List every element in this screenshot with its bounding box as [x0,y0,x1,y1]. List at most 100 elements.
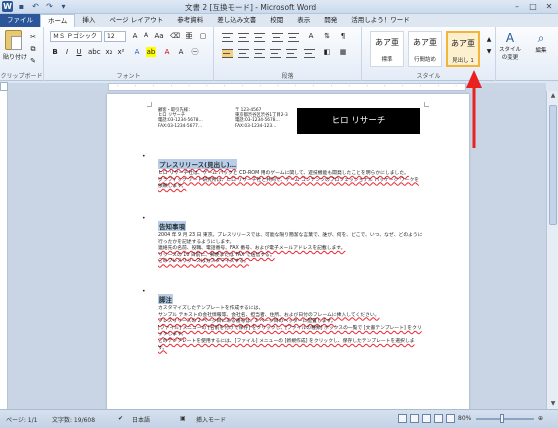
tab-mailings[interactable]: 差し込み文書 [210,14,263,27]
font-name-select[interactable]: ＭＳ Ｐゴシック [50,31,102,42]
align-center-icon[interactable] [238,49,249,58]
justify-icon[interactable] [270,49,281,58]
scroll-up-icon[interactable]: ▲ [547,91,558,101]
scroll-thumb[interactable] [549,105,557,225]
show-marks-icon[interactable]: ¶ [338,31,348,41]
customize-qat-icon[interactable]: ▾ [58,1,69,12]
character-shading-icon[interactable]: A [176,47,186,57]
copy-icon[interactable]: ⧉ [28,44,38,54]
paste-icon[interactable] [5,30,22,50]
body-text[interactable]: [ファイル] メニューの [名前を付けて保存] をクリックし、[ファイルの種類]… [158,326,423,339]
tab-references[interactable]: 参考資料 [170,14,210,27]
style-heading-1[interactable]: あア亜 見出し 1 [446,31,480,67]
character-border-icon[interactable]: ▢ [198,31,208,41]
body-text[interactable]: 連絡先の名前、役職、電話番号、FAX 番号、および電子メールアドレスを記載します… [158,246,423,253]
outline-icon[interactable] [434,414,443,423]
strikethrough-icon[interactable]: abc [88,47,101,57]
tab-page-layout[interactable]: ページ レイアウト [102,14,170,27]
tab-insert[interactable]: 挿入 [75,14,102,27]
body-text[interactable]: プレスリリースの 2 ページ目にある番号は、2 ページ目のヘッダーに配置します。 [158,319,423,326]
superscript-icon[interactable]: x² [116,47,126,57]
cut-icon[interactable]: ✂ [28,32,38,42]
word-count[interactable]: 文字数: 19/608 [52,415,95,424]
numbering-icon[interactable] [238,33,249,42]
text-effects-icon[interactable]: A [132,47,142,57]
underline-button[interactable]: U [74,47,84,57]
align-right-icon[interactable] [254,49,265,58]
tab-home[interactable]: ホーム [40,14,76,27]
page-count[interactable]: ページ: 1/1 [6,415,37,424]
print-layout-icon[interactable] [398,414,407,423]
maximize-icon[interactable]: □ [526,1,540,12]
line-spacing-icon[interactable] [304,49,315,58]
macro-record-icon[interactable]: ▣ [180,415,186,422]
full-screen-icon[interactable] [410,414,419,423]
ruler-ticks: · · · · · · · · · · · · · · · · · · · · [117,84,457,89]
align-left-icon[interactable] [222,49,233,58]
phonetic-guide-icon[interactable]: 亜 [184,31,194,41]
subscript-icon[interactable]: x₂ [104,47,114,57]
zoom-slider[interactable] [476,418,534,420]
vertical-scrollbar[interactable]: ▲ ▼ [546,91,558,409]
tab-selector[interactable] [0,82,8,91]
shrink-font-icon[interactable]: A [141,31,151,41]
section-heading[interactable]: プレスリリース(見出し)… [158,159,238,169]
bold-button[interactable]: B [50,47,60,57]
highlight-icon[interactable]: ab [146,47,156,57]
tab-developer[interactable]: 開発 [317,14,344,27]
change-styles-button[interactable]: A スタイルの変更 [499,31,521,61]
web-layout-icon[interactable] [422,414,431,423]
styles-scroll-down-icon[interactable]: ▼ [484,47,494,57]
style-normal[interactable]: あア亜 標準 [370,31,404,67]
clear-format-icon[interactable]: ⌫ [170,31,180,41]
body-text[interactable]: グラフィック アート研究所は、ヒロ リサーチ社と共同で、ゲーム コンテンツのプロ… [158,178,423,191]
section-heading[interactable]: 告知事項 [158,221,186,231]
font-size-select[interactable]: 12 [104,31,126,42]
document-page[interactable]: 顧客・取引先様： ヒロ リサーチ 電話:03-1234-5678… FAX:03… [107,94,469,409]
styles-scroll-up-icon[interactable]: ▲ [484,35,494,45]
zoom-level[interactable]: 80% [458,415,471,422]
tab-view[interactable]: 表示 [290,14,317,27]
edit-button[interactable]: ⌕ 編集 [530,31,552,54]
grow-font-icon[interactable]: A [130,31,140,41]
save-icon[interactable]: ▪ [16,1,27,12]
vertical-ruler[interactable] [0,91,8,409]
body-text[interactable]: このテンプレートを使用するには、[ファイル] メニューの [新規作成] をクリッ… [158,339,423,352]
redo-icon[interactable]: ↷ [44,1,55,12]
language-indicator[interactable]: 日本語 [132,415,150,424]
body-text[interactable]: 2004 年 9 月 23 日 東京。プレスリリースでは、可能な限り簡潔な言葉で… [158,233,423,246]
shading-icon[interactable]: ◧ [322,47,332,57]
tab-custom[interactable]: 活用しよう！ワード [344,14,417,27]
draft-icon[interactable] [446,414,455,423]
tab-file[interactable]: ファイル [0,14,40,27]
sort-icon[interactable]: ⇅ [322,31,332,41]
section-heading[interactable]: 脚注 [158,294,173,304]
zoom-slider-thumb[interactable] [500,414,504,423]
asian-layout-icon[interactable]: A [306,31,316,41]
scroll-down-icon[interactable]: ▼ [547,399,558,409]
increase-indent-icon[interactable] [288,33,299,42]
enclose-characters-icon[interactable]: ㊀ [190,47,200,57]
change-case-icon[interactable]: Aa [154,31,164,41]
decrease-indent-icon[interactable] [272,33,283,42]
close-icon[interactable]: ✕ [542,1,556,12]
insert-mode[interactable]: 挿入モード [196,415,226,424]
borders-icon[interactable]: ▦ [338,47,348,57]
minimize-icon[interactable]: – [510,1,524,12]
font-color-icon[interactable]: A [162,47,172,57]
horizontal-ruler[interactable]: · · · · · · · · · · · · · · · · · · · · [108,83,466,91]
italic-button[interactable]: I [62,47,72,57]
undo-icon[interactable]: ↶ [30,1,41,12]
tab-review[interactable]: 校閲 [263,14,290,27]
zoom-in-icon[interactable]: ⊕ [538,415,543,422]
paste-button[interactable]: 貼り付け [3,52,27,61]
style-no-spacing[interactable]: あア亜 行間詰め [408,31,442,67]
multilevel-list-icon[interactable] [254,33,265,42]
proofing-icon[interactable]: ✔ [118,415,123,422]
bullets-icon[interactable] [222,33,233,42]
body-text[interactable]: カスタマイズしたテンプレートを作成するには、 [158,306,423,313]
distribute-icon[interactable] [286,49,297,58]
format-painter-icon[interactable]: ✎ [28,56,38,66]
body-text[interactable]: ヒロ リサーチ社は、ゲーム パックと CD-ROM 用のゲームに関して、遊技機能… [158,171,423,178]
body-text[interactable]: このプレスリリースはカスタマイズする。 [158,259,423,266]
